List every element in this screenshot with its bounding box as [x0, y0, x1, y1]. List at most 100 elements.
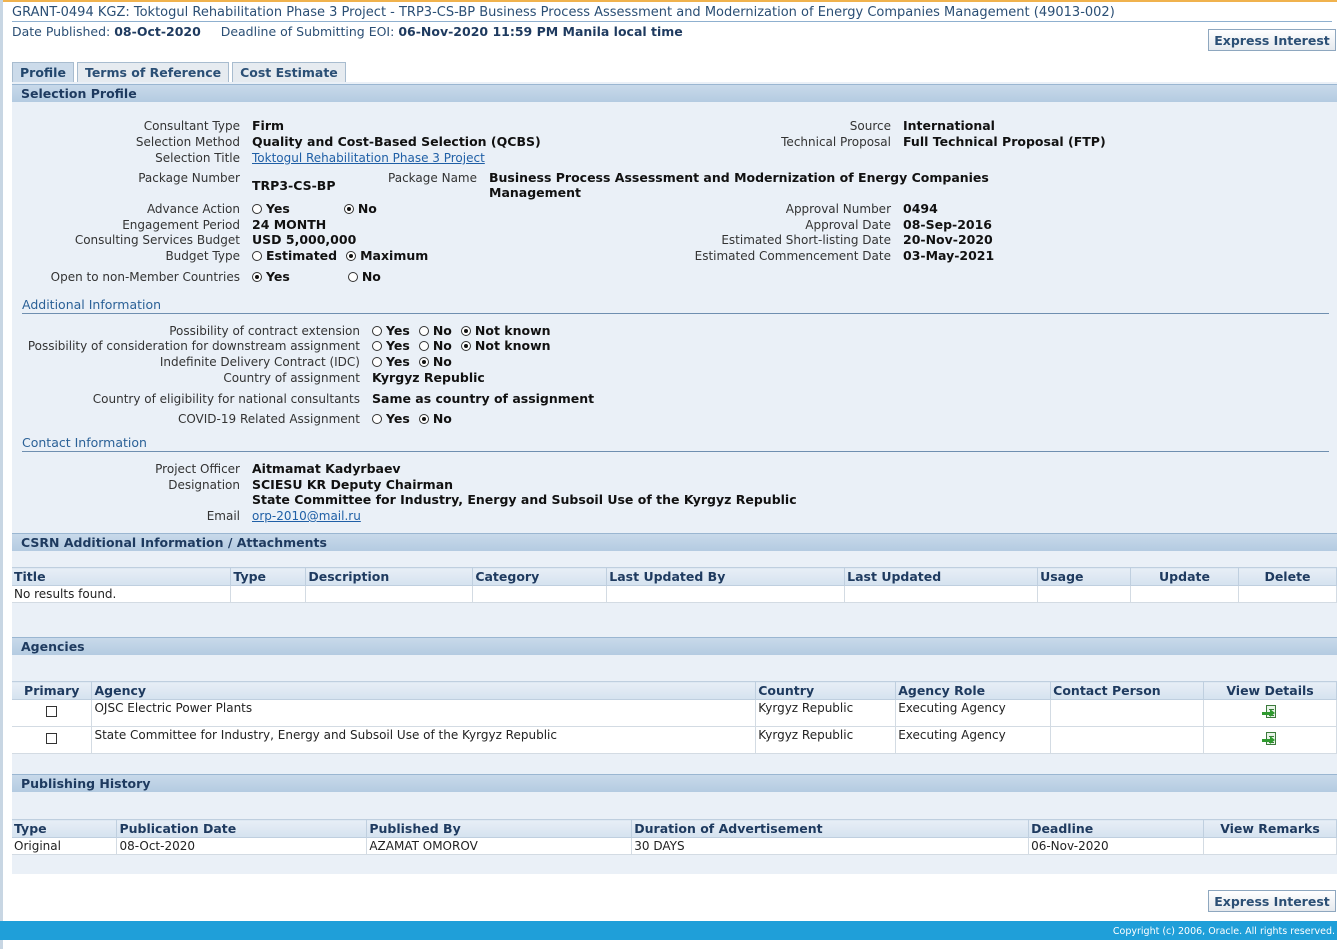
col-primary: Primary	[12, 681, 93, 700]
primary-checkbox[interactable]	[46, 706, 58, 717]
advance-action-yes-text: Yes	[266, 201, 290, 216]
col-publication-date: Publication Date	[116, 819, 368, 838]
eligibility-value: Same as country of assignment	[372, 391, 595, 406]
advance-action-no-text: No	[357, 201, 377, 216]
commencement-date-value: 03-May-2021	[903, 248, 995, 263]
copyright-text: Copyright (c) 2006, Oracle. All rights r…	[1112, 926, 1335, 937]
extension-not-known-text: Not known	[474, 323, 551, 338]
covid-radios: Yes No	[372, 411, 452, 426]
downstream-label: Possibility of consideration for downstr…	[27, 339, 360, 353]
covid-no-text: No	[432, 411, 452, 426]
radio-icon	[372, 325, 382, 336]
page-title: GRANT-0494 KGZ: Toktogul Rehabilitation …	[12, 5, 1332, 22]
covid-yes-option: Yes	[372, 411, 410, 426]
col-agency-role: Agency Role	[895, 681, 1052, 700]
contract-extension-label: Possibility of contract extension	[169, 324, 360, 338]
selection-title-label: Selection Title	[155, 151, 240, 165]
open-non-member-radios: Yes No	[252, 269, 381, 284]
downstream-not-known-option: Not known	[460, 338, 551, 353]
commencement-date-label: Estimated Commencement Date	[694, 249, 891, 263]
additional-info-heading: Additional Information	[22, 297, 1329, 314]
history-type: Original	[12, 837, 118, 855]
selection-method-value: Quality and Cost-Based Selection (QCBS)	[252, 134, 541, 149]
contact-info-heading: Contact Information	[22, 435, 1329, 452]
extension-yes-option: Yes	[372, 323, 410, 338]
covid-label: COVID-19 Related Assignment	[177, 412, 360, 426]
tab-cost-estimate[interactable]: Cost Estimate	[232, 62, 346, 82]
shortlisting-date-value: 20-Nov-2020	[903, 232, 993, 247]
package-name-label: Package Name	[388, 171, 477, 185]
col-duration: Duration of Advertisement	[631, 819, 1030, 838]
publishing-history-header: Publishing History	[12, 774, 1337, 792]
extension-no-option: No	[418, 323, 452, 338]
selection-profile-header: Selection Profile	[12, 84, 1337, 102]
package-name-value-line2: Management	[489, 185, 582, 200]
left-border	[0, 0, 3, 949]
agency-contact	[1050, 699, 1205, 727]
email-label: Email	[206, 509, 240, 523]
view-details-icon[interactable]	[1262, 704, 1278, 719]
idc-no-text: No	[432, 354, 452, 369]
tab-terms-of-reference[interactable]: Terms of Reference	[76, 62, 230, 82]
col-type: Type	[230, 567, 307, 586]
project-officer-value: Aitmamat Kadyrbaev	[252, 461, 401, 476]
col-country: Country	[755, 681, 897, 700]
col-title: Title	[12, 567, 232, 586]
radio-selected-icon	[252, 271, 262, 282]
advance-action-label: Advance Action	[146, 202, 240, 216]
selection-title-link[interactable]: Toktogul Rehabilitation Phase 3 Project	[252, 151, 485, 165]
history-remarks	[1203, 837, 1337, 855]
history-publication-date: 08-Oct-2020	[116, 837, 368, 855]
publish-info: Date Published: 08-Oct-2020 Deadline of …	[12, 24, 683, 39]
extension-no-text: No	[432, 323, 452, 338]
advance-action-yes-option: Yes	[252, 201, 290, 216]
email-link[interactable]: orp-2010@mail.ru	[252, 509, 361, 523]
downstream-yes-text: Yes	[386, 338, 410, 353]
technical-proposal-label: Technical Proposal	[781, 135, 891, 149]
empty-cell	[606, 585, 846, 603]
radio-selected-icon	[418, 356, 429, 367]
radio-selected-icon	[460, 325, 471, 336]
tab-profile[interactable]: Profile	[12, 62, 74, 82]
agency-name: OJSC Electric Power Plants	[91, 699, 757, 727]
designation-value-line2: State Committee for Industry, Energy and…	[252, 492, 797, 507]
radio-selected-icon	[346, 250, 357, 261]
attachments-header-row: Title Type Description Category Last Upd…	[12, 567, 1337, 586]
history-deadline: 06-Nov-2020	[1028, 837, 1204, 855]
technical-proposal-value: Full Technical Proposal (FTP)	[903, 134, 1106, 149]
express-interest-button-top[interactable]: Express Interest	[1208, 29, 1336, 51]
radio-icon	[347, 271, 358, 282]
radio-icon	[372, 340, 382, 351]
date-published-label: Date Published:	[12, 24, 111, 39]
col-update: Update	[1130, 567, 1239, 586]
publishing-header-row: Type Publication Date Published By Durat…	[12, 819, 1337, 838]
view-details-cell	[1203, 726, 1337, 754]
agencies-header: Agencies	[12, 637, 1337, 655]
radio-icon	[252, 203, 262, 214]
open-no-text: No	[361, 269, 381, 284]
agency-country: Kyrgyz Republic	[755, 726, 897, 754]
radio-selected-icon	[343, 203, 354, 214]
view-details-cell	[1203, 699, 1337, 727]
idc-yes-text: Yes	[386, 354, 410, 369]
shortlisting-date-label: Estimated Short-listing Date	[721, 233, 891, 247]
col-published-by: Published By	[366, 819, 633, 838]
covid-yes-text: Yes	[386, 411, 410, 426]
source-label: Source	[849, 119, 891, 133]
downstream-radios: Yes No Not known	[372, 338, 551, 353]
radio-icon	[252, 250, 262, 261]
budget-type-estimated-option: Estimated	[252, 248, 337, 263]
project-officer-label: Project Officer	[155, 462, 240, 476]
history-duration: 30 DAYS	[631, 837, 1030, 855]
agency-name: State Committee for Industry, Energy and…	[91, 726, 757, 754]
empty-cell	[472, 585, 608, 603]
view-details-icon[interactable]	[1262, 731, 1278, 746]
budget-label: Consulting Services Budget	[74, 233, 240, 247]
downstream-yes-option: Yes	[372, 338, 410, 353]
covid-no-option: No	[418, 411, 452, 426]
col-usage: Usage	[1037, 567, 1132, 586]
col-last-updated-by: Last Updated By	[606, 567, 846, 586]
extension-not-known-option: Not known	[460, 323, 551, 338]
express-interest-button-bottom[interactable]: Express Interest	[1208, 890, 1336, 912]
primary-checkbox[interactable]	[46, 733, 58, 744]
